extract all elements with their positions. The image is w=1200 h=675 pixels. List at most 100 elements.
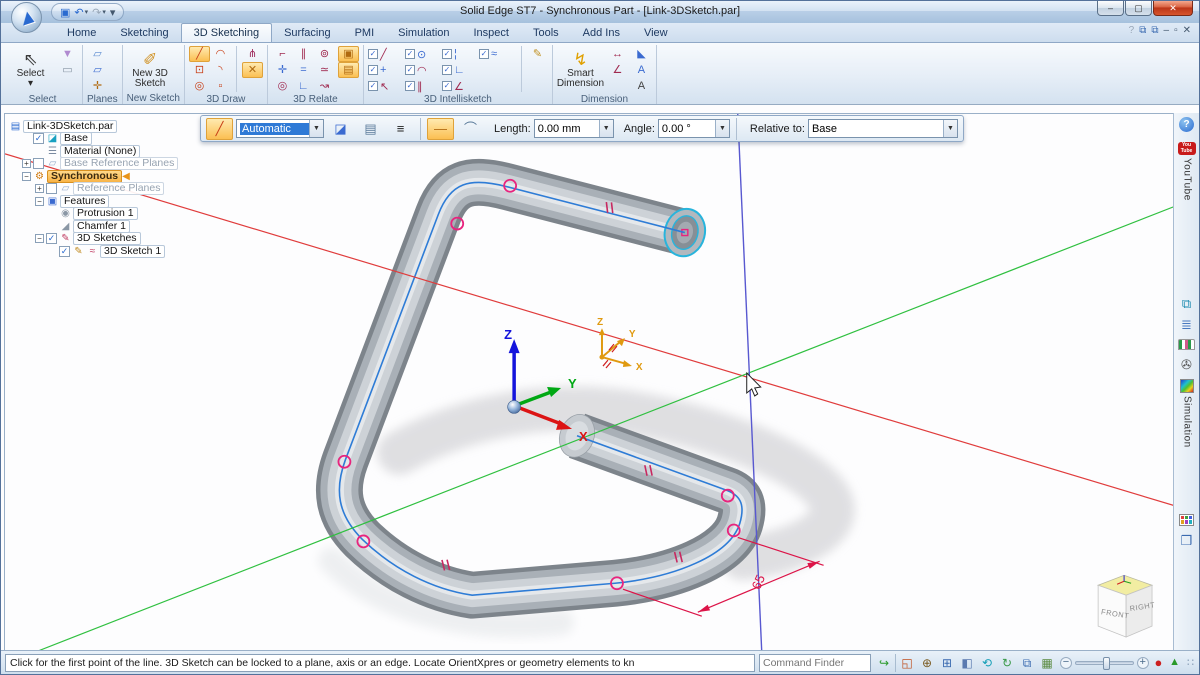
rigid-relate-button[interactable]: ↝ bbox=[314, 78, 335, 94]
3d-scene[interactable]: 65 Z Y X bbox=[5, 114, 1174, 651]
layers-tab[interactable]: ≣ bbox=[1181, 318, 1192, 331]
chevron-down-icon[interactable]: ▾ bbox=[102, 8, 106, 16]
tree-checkbox[interactable]: ✓ bbox=[33, 133, 44, 144]
endpoint-check[interactable]: ✓╱ bbox=[368, 46, 405, 62]
angle-check[interactable]: ✓∠ bbox=[442, 78, 479, 94]
parallel-relate-button[interactable]: ∥ bbox=[293, 46, 314, 62]
curve-check[interactable]: ✓≈ bbox=[479, 46, 516, 62]
tree-item[interactable]: +▱Base Reference Planes bbox=[9, 158, 178, 170]
horizontal-vertical-button[interactable]: ✛ bbox=[272, 62, 293, 78]
equal-relate-button[interactable]: = bbox=[293, 62, 314, 78]
youtube-tab[interactable]: You TubeYouTube bbox=[1178, 142, 1196, 201]
dimension-style-b-button[interactable]: A bbox=[631, 78, 652, 94]
editpoint-check[interactable]: ✓↖ bbox=[368, 78, 405, 94]
distance-between-button[interactable]: ↔ bbox=[607, 46, 628, 62]
help-icon[interactable]: ? bbox=[1129, 25, 1135, 36]
tab-simulation[interactable]: Simulation bbox=[386, 24, 461, 42]
dimension-style-a-button[interactable]: A bbox=[631, 62, 652, 78]
checkbox-icon[interactable]: ✓ bbox=[405, 65, 415, 75]
undo-button[interactable]: ↶▾ bbox=[74, 6, 88, 19]
zoom-area-button[interactable]: ◱ bbox=[898, 654, 916, 672]
tab-surfacing[interactable]: Surfacing bbox=[272, 24, 342, 42]
tree-item[interactable]: ☰Material (None) bbox=[9, 145, 178, 157]
tree-item[interactable]: −⚙Synchronous◀ bbox=[9, 170, 178, 182]
zoom-track[interactable] bbox=[1075, 661, 1134, 665]
circle-button[interactable]: ◎ bbox=[189, 78, 210, 94]
zoom-out-icon[interactable]: − bbox=[1060, 657, 1072, 669]
tree-expander[interactable]: − bbox=[22, 172, 31, 181]
tree-expander[interactable]: + bbox=[22, 159, 31, 168]
chevron-down-icon[interactable]: ▼ bbox=[599, 120, 613, 137]
line-tool-icon[interactable]: ╱ bbox=[206, 118, 233, 140]
fit-button[interactable]: ⊞ bbox=[938, 654, 956, 672]
cascade-windows-icon[interactable]: ⧉ bbox=[1151, 25, 1158, 36]
redo-button[interactable]: ↷▾ bbox=[92, 6, 106, 19]
tree-checkbox[interactable] bbox=[46, 183, 57, 194]
checkbox-icon[interactable]: ✓ bbox=[368, 49, 378, 59]
checkbox-icon[interactable]: ✓ bbox=[442, 65, 452, 75]
angle-combo[interactable]: 0.00 ° ▼ bbox=[658, 119, 730, 138]
coordinate-system-button[interactable]: ✛ bbox=[87, 78, 108, 94]
relative-to-combo[interactable]: Base ▼ bbox=[808, 119, 958, 138]
checkbox-icon[interactable]: ✓ bbox=[368, 81, 378, 91]
tree-item[interactable]: ✓✎≈3D Sketch 1 bbox=[9, 245, 178, 257]
select-box-button[interactable]: ▭ bbox=[57, 62, 78, 78]
tab-inspect[interactable]: Inspect bbox=[462, 24, 521, 42]
line-width-button[interactable]: ≡ bbox=[387, 118, 414, 140]
orientxpres-button[interactable]: ✕ bbox=[242, 62, 263, 78]
perpendicular-relate-button[interactable]: ∟ bbox=[293, 78, 314, 94]
help-tab[interactable]: ? bbox=[1179, 117, 1194, 132]
minimize-button[interactable]: – bbox=[1097, 1, 1124, 16]
doc-restore-icon[interactable]: ▫ bbox=[1174, 25, 1178, 36]
point-on-element-check[interactable]: ✓¦ bbox=[442, 46, 479, 62]
parallel-check[interactable]: ✓∥ bbox=[405, 78, 442, 94]
rotate-view-button[interactable]: ↻ bbox=[998, 654, 1016, 672]
tree-checkbox[interactable]: ✓ bbox=[59, 246, 70, 257]
chevron-down-icon[interactable]: ▾ bbox=[85, 8, 89, 16]
symmetric-relate-button[interactable]: ≃ bbox=[314, 62, 335, 78]
simulation-tab[interactable]: Simulation bbox=[1180, 379, 1194, 448]
tree-item-label[interactable]: Reference Planes bbox=[73, 182, 164, 195]
tree-item-label[interactable]: Synchronous bbox=[47, 170, 122, 183]
select-filter-button[interactable]: ▼ bbox=[57, 46, 78, 62]
tab-sketching[interactable]: Sketching bbox=[108, 24, 180, 42]
tree-item[interactable]: ▤Link-3DSketch.par bbox=[9, 120, 178, 132]
chevron-down-icon[interactable]: ▼ bbox=[309, 120, 323, 137]
tab-add-ins[interactable]: Add Ins bbox=[571, 24, 632, 42]
tree-item[interactable]: ◢Chamfer 1 bbox=[9, 220, 178, 232]
select-button[interactable]: ⇖Select ▾ bbox=[7, 46, 54, 93]
checkbox-icon[interactable]: ✓ bbox=[442, 49, 452, 59]
tree-item-label[interactable]: 3D Sketches bbox=[73, 232, 141, 245]
tree-item-label[interactable]: Protrusion 1 bbox=[73, 207, 138, 220]
tree-checkbox[interactable]: ✓ bbox=[46, 233, 57, 244]
checkbox-icon[interactable]: ✓ bbox=[479, 49, 489, 59]
tree-item-label[interactable]: Chamfer 1 bbox=[73, 220, 130, 233]
lock-dimension-button[interactable]: ▤ bbox=[338, 62, 359, 78]
tree-item[interactable]: +▱Reference Planes bbox=[9, 183, 178, 195]
checkbox-icon[interactable]: ✓ bbox=[405, 49, 415, 59]
doc-minimize-icon[interactable]: – bbox=[1164, 25, 1170, 36]
zoom-button[interactable]: ⊕ bbox=[918, 654, 936, 672]
tree-checkbox[interactable] bbox=[33, 158, 44, 169]
perpendicular-check[interactable]: ✓∟ bbox=[442, 62, 479, 78]
save-button[interactable]: ▣ bbox=[60, 6, 70, 19]
tree-item[interactable]: ◉Protrusion 1 bbox=[9, 208, 178, 220]
zoom-slider[interactable]: − + bbox=[1060, 657, 1149, 669]
plane-button[interactable]: ▱ bbox=[87, 46, 108, 62]
screencast-button[interactable]: ▲ bbox=[1168, 654, 1181, 672]
view-styles-button[interactable]: ▦ bbox=[1038, 654, 1056, 672]
center-check[interactable]: ✓⊙ bbox=[405, 46, 442, 62]
connect-relate-button[interactable]: ⌐ bbox=[272, 46, 293, 62]
record-button[interactable]: ● bbox=[1153, 654, 1164, 672]
line-button[interactable]: ╱ bbox=[189, 46, 210, 62]
tree-item[interactable]: −✓✎3D Sketches bbox=[9, 233, 178, 245]
smart-dimension-button[interactable]: ↯Smart Dimension bbox=[557, 46, 604, 93]
checkbox-icon[interactable]: ✓ bbox=[405, 81, 415, 91]
tree-item-label[interactable]: Base Reference Planes bbox=[60, 157, 178, 170]
line-style-button[interactable]: ▤ bbox=[357, 118, 384, 140]
mode-combo[interactable]: Automatic ▼ bbox=[236, 119, 324, 138]
orientxpres-triad[interactable]: Z Y X bbox=[597, 317, 643, 373]
angle-between-button[interactable]: ∠ bbox=[607, 62, 628, 78]
lock-plane-button[interactable]: ▣ bbox=[338, 46, 359, 62]
more-planes-button[interactable]: ▱ bbox=[87, 62, 108, 78]
